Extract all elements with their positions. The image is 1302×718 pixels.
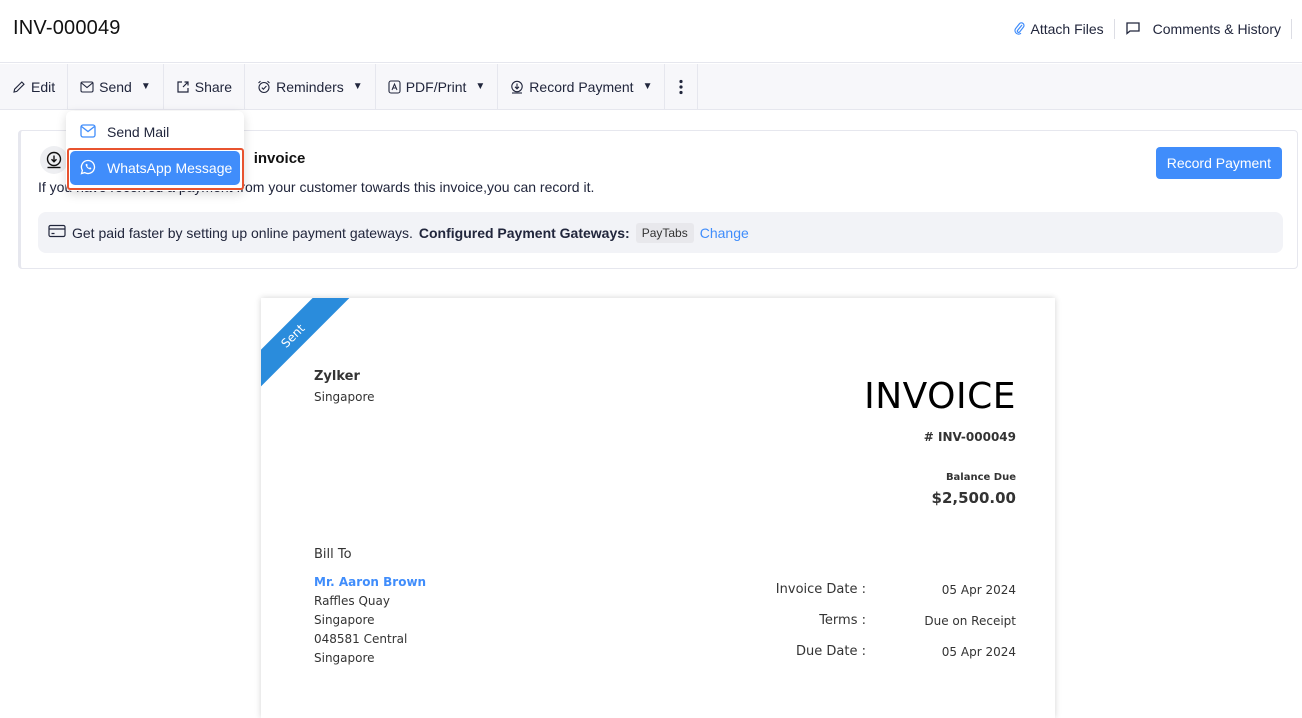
change-gateway-link[interactable]: Change — [700, 225, 749, 241]
mail-icon — [80, 81, 94, 93]
caret-down-icon: ▼ — [475, 81, 485, 92]
title-bar: INV-000049 Attach Files Comments & Histo… — [0, 0, 1302, 63]
gateway-text: Get paid faster by setting up online pay… — [72, 225, 413, 241]
attach-files-button[interactable]: Attach Files — [1003, 21, 1114, 38]
balance-due-value: $2,500.00 — [932, 489, 1016, 507]
invoice-date-value: 05 Apr 2024 — [942, 583, 1016, 597]
send-button[interactable]: Send ▼ — [68, 64, 164, 109]
edit-button[interactable]: Edit — [0, 64, 68, 109]
download-circle-icon — [510, 80, 524, 94]
divider — [1291, 19, 1292, 39]
record-payment-menu-button[interactable]: Record Payment ▼ — [498, 64, 665, 109]
pdf-icon — [388, 80, 401, 94]
terms-label: Terms : — [819, 613, 866, 628]
address-line: Singapore — [314, 651, 375, 665]
share-icon — [176, 80, 190, 94]
share-label: Share — [195, 79, 232, 95]
address-line: Raffles Quay — [314, 594, 390, 608]
send-mail-label: Send Mail — [107, 124, 169, 140]
pdf-print-label: PDF/Print — [406, 79, 467, 95]
address-line: Singapore — [314, 613, 375, 627]
credit-card-icon — [48, 224, 66, 241]
download-circle-icon — [40, 146, 68, 174]
mail-icon — [80, 124, 96, 141]
terms-value: Due on Receipt — [924, 614, 1016, 628]
share-button[interactable]: Share — [164, 64, 245, 109]
title-actions: Attach Files Comments & History — [1003, 18, 1302, 40]
send-dropdown-menu: Send Mail WhatsApp Message — [66, 111, 244, 191]
payment-gateway-bar: Get paid faster by setting up online pay… — [38, 212, 1283, 253]
invoice-number: # INV-000049 — [924, 430, 1016, 444]
whatsapp-message-menu-item[interactable]: WhatsApp Message — [70, 151, 240, 185]
comments-history-label: Comments & History — [1153, 21, 1281, 37]
comments-history-button[interactable]: Comments & History — [1115, 21, 1291, 38]
invoice-date-label: Invoice Date : — [776, 582, 866, 597]
send-mail-menu-item[interactable]: Send Mail — [70, 115, 240, 149]
edit-label: Edit — [31, 79, 55, 95]
reminders-button[interactable]: Reminders ▼ — [245, 64, 376, 109]
alarm-clock-icon — [257, 80, 271, 94]
whatsapp-message-label: WhatsApp Message — [107, 160, 232, 176]
balance-due-label: Balance Due — [946, 472, 1016, 483]
organization-name: Zylker — [314, 369, 360, 384]
bill-to-label: Bill To — [314, 547, 352, 562]
pdf-print-button[interactable]: PDF/Print ▼ — [376, 64, 499, 109]
more-options-button[interactable] — [665, 64, 698, 109]
paperclip-icon — [1013, 21, 1025, 38]
caret-down-icon: ▼ — [141, 81, 151, 92]
gateway-badge: PayTabs — [636, 223, 694, 243]
customer-name-link[interactable]: Mr. Aaron Brown — [314, 575, 426, 589]
caret-down-icon: ▼ — [643, 81, 653, 92]
gateway-label: Configured Payment Gateways: — [419, 225, 630, 241]
record-payment-button[interactable]: Record Payment — [1156, 147, 1282, 179]
invoice-heading: INVOICE — [864, 376, 1016, 417]
whatsapp-icon — [80, 159, 96, 178]
due-date-label: Due Date : — [796, 644, 866, 659]
reminders-label: Reminders — [276, 79, 344, 95]
organization-city: Singapore — [314, 390, 375, 404]
banner-title-suffix: invoice — [254, 150, 306, 167]
invoice-toolbar: Edit Send ▼ Share Reminders ▼ PDF/Print … — [0, 64, 1302, 110]
vertical-dots-icon — [679, 79, 683, 95]
send-label: Send — [99, 79, 132, 95]
attach-files-label: Attach Files — [1031, 21, 1104, 37]
address-line: 048581 Central — [314, 632, 407, 646]
invoice-document: Sent Zylker Singapore INVOICE # INV-0000… — [261, 298, 1055, 718]
due-date-value: 05 Apr 2024 — [942, 645, 1016, 659]
page-title: INV-000049 — [13, 17, 121, 40]
comment-icon — [1125, 21, 1141, 38]
caret-down-icon: ▼ — [353, 81, 363, 92]
record-payment-label: Record Payment — [529, 79, 633, 95]
pencil-icon — [12, 80, 26, 94]
